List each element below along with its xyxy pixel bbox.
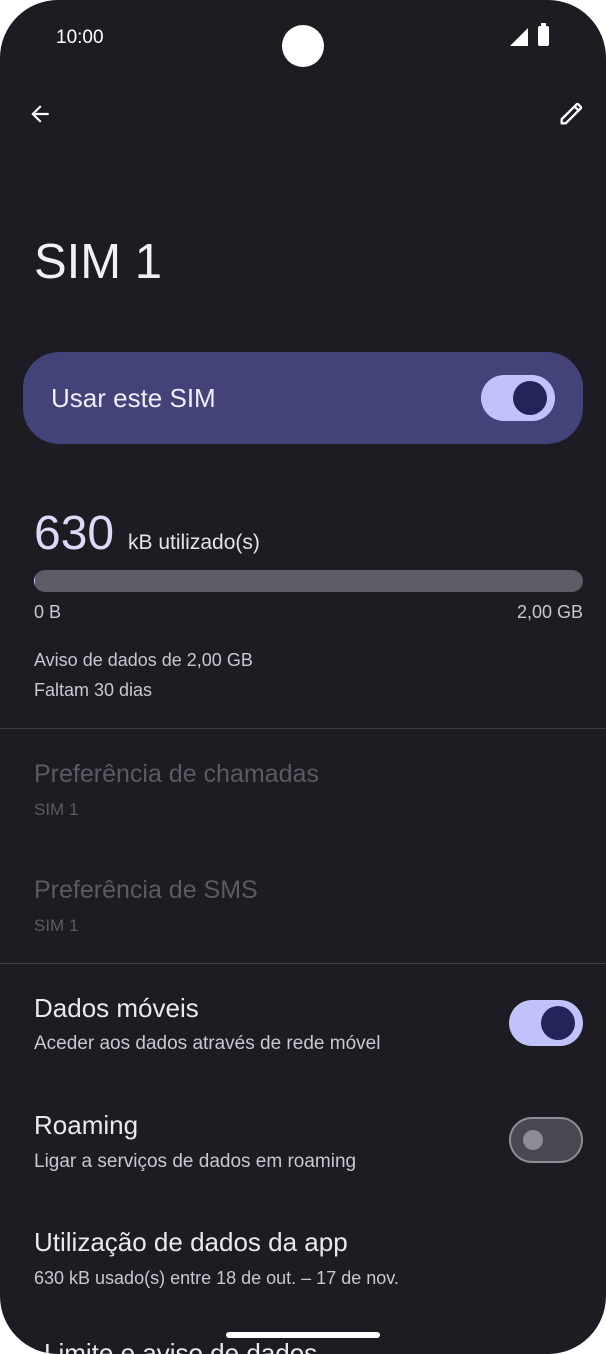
use-sim-switch-row[interactable]: Usar este SIM — [23, 352, 583, 444]
section-divider — [0, 728, 606, 729]
mobile-data-toggle[interactable] — [509, 1000, 583, 1046]
use-sim-toggle[interactable] — [481, 375, 555, 421]
mobile-data-title: Dados móveis — [34, 993, 199, 1023]
page-title: SIM 1 — [34, 235, 162, 289]
arrow-left-icon — [31, 105, 49, 123]
roaming-toggle[interactable] — [509, 1117, 583, 1163]
roaming-title: Roaming — [34, 1110, 139, 1140]
edit-button[interactable] — [550, 94, 592, 134]
data-usage-unit: kB utilizado(s) — [128, 531, 260, 554]
use-sim-label: Usar este SIM — [51, 383, 216, 413]
camera-cutout — [282, 25, 324, 67]
data-usage-progress-bar — [34, 570, 583, 592]
roaming-subtitle: Ligar a serviços de dados em roaming — [34, 1151, 357, 1172]
mobile-data-subtitle: Aceder aos dados através de rede móvel — [34, 1033, 381, 1054]
data-limit-item-partial[interactable]: Limite e aviso de dados — [44, 1338, 317, 1354]
battery-icon — [538, 23, 549, 46]
home-indicator[interactable] — [226, 1332, 380, 1338]
days-remaining-text: Faltam 30 dias — [34, 680, 153, 700]
pencil-icon — [560, 102, 583, 125]
phone-screen: 10:00 SIM 1 Usar este SIM 630 kB utiliza… — [0, 0, 606, 1354]
section-divider — [0, 963, 606, 964]
data-warning-text: Aviso de dados de 2,00 GB — [34, 650, 253, 670]
toggle-knob — [523, 1130, 543, 1150]
status-time: 10:00 — [56, 27, 104, 48]
toggle-knob — [513, 381, 547, 415]
usage-bar-max-label: 2,00 GB — [516, 602, 583, 622]
calls-preference-value: SIM 1 — [34, 800, 79, 819]
calls-preference-title: Preferência de chamadas — [34, 760, 319, 788]
app-data-usage-title: Utilização de dados da app — [34, 1227, 348, 1257]
status-bar: 10:00 — [0, 0, 606, 76]
sms-preference-title: Preferência de SMS — [34, 876, 258, 904]
usage-bar-min-label: 0 B — [34, 602, 62, 622]
signal-icon — [510, 28, 528, 46]
data-usage-amount: 630 — [34, 507, 115, 560]
app-data-usage-subtitle: 630 kB usado(s) entre 18 de out. – 17 de… — [34, 1268, 399, 1288]
sms-preference-value: SIM 1 — [34, 916, 79, 935]
toggle-knob — [541, 1006, 575, 1040]
back-button[interactable] — [20, 94, 60, 134]
